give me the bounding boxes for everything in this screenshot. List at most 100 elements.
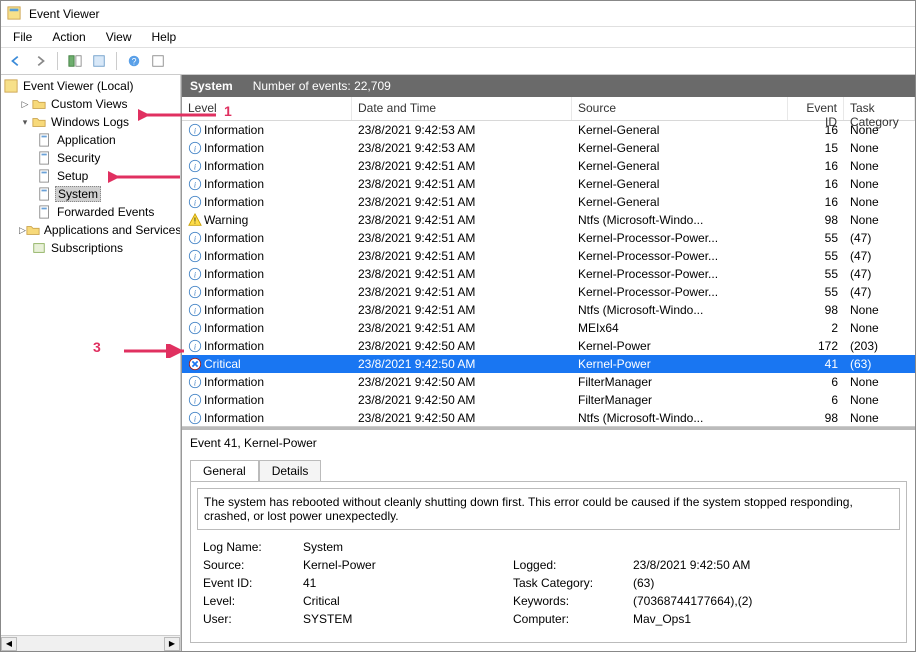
info-icon: i	[188, 285, 202, 299]
svg-text:!: !	[194, 217, 196, 226]
content-header: System Number of events: 22,709	[182, 75, 915, 97]
folder-icon	[31, 114, 47, 130]
scroll-left-icon[interactable]: ◀	[1, 637, 17, 651]
table-header: Level Date and Time Source Event ID Task…	[182, 97, 915, 121]
title-bar: Event Viewer	[1, 1, 915, 27]
crit-icon	[188, 357, 202, 371]
tree-forwarded[interactable]: Forwarded Events	[1, 203, 180, 221]
table-row[interactable]: iInformation23/8/2021 9:42:50 AMFilterMa…	[182, 373, 915, 391]
properties-button[interactable]	[88, 50, 110, 72]
info-icon: i	[188, 159, 202, 173]
showhide-button[interactable]	[64, 50, 86, 72]
table-row[interactable]: iInformation23/8/2021 9:42:50 AMNtfs (Mi…	[182, 409, 915, 426]
tree-windows-logs[interactable]: ▾ Windows Logs	[1, 113, 180, 131]
info-icon: i	[188, 195, 202, 209]
app-icon	[7, 6, 23, 22]
menu-help[interactable]: Help	[144, 28, 185, 46]
eventviewer-icon	[3, 78, 19, 94]
tree-subscriptions[interactable]: Subscriptions	[1, 239, 180, 257]
svg-text:?: ?	[132, 57, 137, 67]
table-row[interactable]: iInformation23/8/2021 9:42:51 AMKernel-G…	[182, 175, 915, 193]
col-date[interactable]: Date and Time	[352, 97, 572, 120]
col-eventid[interactable]: Event ID	[788, 97, 844, 120]
info-icon: i	[188, 141, 202, 155]
event-properties: Log Name:System Source:Kernel-Power Logg…	[197, 540, 900, 626]
log-icon	[37, 150, 53, 166]
detail-panel: Event 41, Kernel-Power General Details T…	[182, 427, 915, 651]
menu-file[interactable]: File	[5, 28, 40, 46]
expander-icon[interactable]: ▷	[19, 99, 31, 110]
info-icon: i	[188, 303, 202, 317]
tree-security[interactable]: Security	[1, 149, 180, 167]
log-icon	[37, 204, 53, 220]
log-icon	[37, 132, 53, 148]
info-icon: i	[188, 249, 202, 263]
tree-system[interactable]: System	[1, 185, 180, 203]
table-row[interactable]: iInformation23/8/2021 9:42:51 AMKernel-P…	[182, 247, 915, 265]
log-icon	[37, 168, 53, 184]
menu-bar: File Action View Help	[1, 27, 915, 47]
info-icon: i	[188, 123, 202, 137]
refresh-button[interactable]	[147, 50, 169, 72]
info-icon: i	[188, 267, 202, 281]
sidebar: Event Viewer (Local) ▷ Custom Views ▾ Wi…	[1, 75, 181, 651]
content-pane: System Number of events: 22,709 Level Da…	[181, 75, 915, 651]
table-row[interactable]: iInformation23/8/2021 9:42:51 AMKernel-P…	[182, 265, 915, 283]
menu-view[interactable]: View	[98, 28, 140, 46]
log-name: System	[190, 79, 233, 93]
info-icon: i	[188, 177, 202, 191]
table-body[interactable]: iInformation23/8/2021 9:42:53 AMKernel-G…	[182, 121, 915, 426]
annotation-1-label: 1	[224, 103, 232, 119]
table-row[interactable]: iInformation23/8/2021 9:42:51 AMKernel-P…	[182, 283, 915, 301]
annotation-3-label: 3	[93, 339, 101, 355]
folder-icon	[26, 222, 40, 238]
events-table: Level Date and Time Source Event ID Task…	[182, 97, 915, 427]
tab-general-pane: The system has rebooted without cleanly …	[190, 481, 907, 643]
tree-setup[interactable]: Setup	[1, 167, 180, 185]
table-row[interactable]: iInformation23/8/2021 9:42:51 AMNtfs (Mi…	[182, 301, 915, 319]
sidebar-scrollbar[interactable]: ◀ ▶	[1, 635, 180, 651]
warn-icon: !	[188, 213, 202, 227]
event-message: The system has rebooted without cleanly …	[197, 488, 900, 530]
info-icon: i	[188, 321, 202, 335]
table-row[interactable]: iInformation23/8/2021 9:42:50 AMFilterMa…	[182, 391, 915, 409]
tree-application[interactable]: Application	[1, 131, 180, 149]
table-row[interactable]: iInformation23/8/2021 9:42:53 AMKernel-G…	[182, 121, 915, 139]
table-row[interactable]: !Warning23/8/2021 9:42:51 AMNtfs (Micros…	[182, 211, 915, 229]
detail-tabs: General Details	[190, 460, 907, 481]
detail-title: Event 41, Kernel-Power	[182, 430, 915, 456]
expander-icon[interactable]: ▾	[19, 117, 31, 128]
tree-custom-views[interactable]: ▷ Custom Views	[1, 95, 180, 113]
table-row[interactable]: iInformation23/8/2021 9:42:51 AMKernel-G…	[182, 193, 915, 211]
log-icon	[37, 186, 53, 202]
scroll-right-icon[interactable]: ▶	[164, 637, 180, 651]
subscriptions-icon	[31, 240, 47, 256]
table-row[interactable]: iInformation23/8/2021 9:42:51 AMKernel-G…	[182, 157, 915, 175]
toolbar: ?	[1, 47, 915, 75]
tree-app-services[interactable]: ▷ Applications and Services Lo	[1, 221, 180, 239]
tree-root[interactable]: Event Viewer (Local)	[1, 77, 180, 95]
tab-general[interactable]: General	[190, 460, 259, 481]
tab-details[interactable]: Details	[259, 460, 322, 481]
table-row[interactable]: iInformation23/8/2021 9:42:50 AMKernel-P…	[182, 337, 915, 355]
event-count: Number of events: 22,709	[253, 79, 391, 93]
col-source[interactable]: Source	[572, 97, 788, 120]
table-row[interactable]: iInformation23/8/2021 9:42:51 AMMEIx642N…	[182, 319, 915, 337]
forward-button[interactable]	[29, 50, 51, 72]
tree[interactable]: Event Viewer (Local) ▷ Custom Views ▾ Wi…	[1, 75, 180, 635]
folder-icon	[31, 96, 47, 112]
info-icon: i	[188, 411, 202, 425]
help-button[interactable]: ?	[123, 50, 145, 72]
info-icon: i	[188, 393, 202, 407]
col-category[interactable]: Task Category	[844, 97, 915, 120]
info-icon: i	[188, 375, 202, 389]
table-row[interactable]: Critical23/8/2021 9:42:50 AMKernel-Power…	[182, 355, 915, 373]
info-icon: i	[188, 231, 202, 245]
window-title: Event Viewer	[29, 7, 99, 21]
col-level[interactable]: Level	[182, 97, 352, 120]
table-row[interactable]: iInformation23/8/2021 9:42:53 AMKernel-G…	[182, 139, 915, 157]
back-button[interactable]	[5, 50, 27, 72]
expander-icon[interactable]: ▷	[19, 225, 26, 236]
menu-action[interactable]: Action	[44, 28, 93, 46]
table-row[interactable]: iInformation23/8/2021 9:42:51 AMKernel-P…	[182, 229, 915, 247]
